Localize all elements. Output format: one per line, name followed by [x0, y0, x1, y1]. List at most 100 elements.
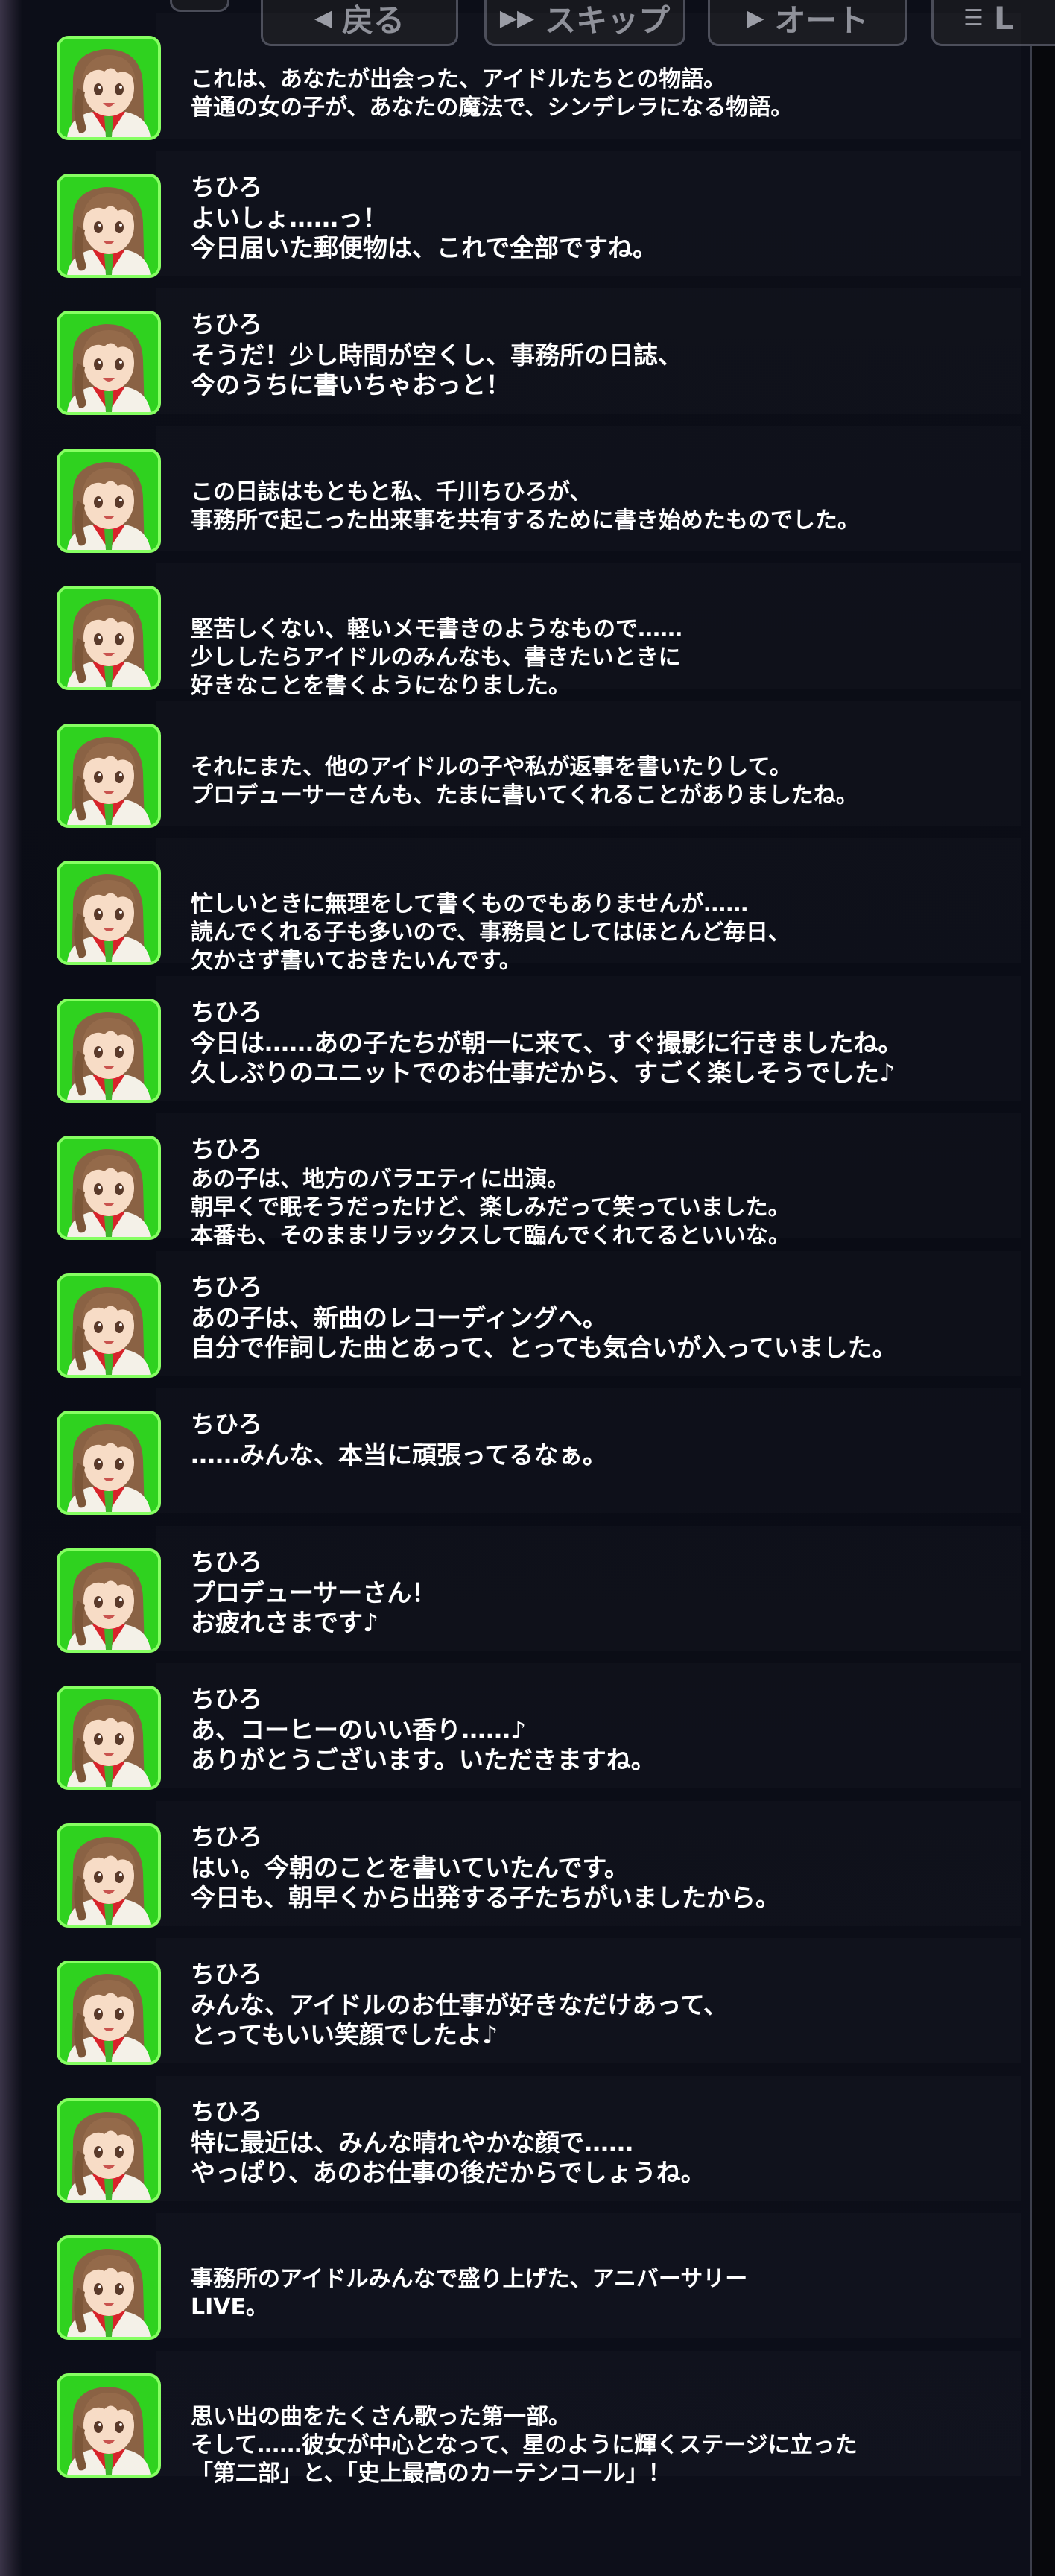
speaker-name [191, 33, 793, 66]
log-entry: 事務所のアイドルみんなで盛り上げた、アニバーサリー LIVE。 [0, 2207, 1030, 2344]
speaker-name [191, 446, 860, 478]
character-portrait [57, 586, 161, 690]
dialogue-line: 今日も、朝早くから出発する子たちがいましたから。 [191, 1882, 781, 1912]
dialogue-line: 少ししたらアイドルのみんなも、書きたいときに [191, 645, 681, 671]
speaker-name [191, 2232, 747, 2265]
dialogue-line: 「第二部」と、「史上最高のカーテンコール」！ [191, 2460, 671, 2487]
dialogue-line: そして……彼女が中心となって、星のように輝くステージに立った [191, 2431, 858, 2458]
dialogue-line: とってもいい笑顔でしたよ♪ [191, 2020, 498, 2049]
dialogue-line: 堅苦しくない、軽いメモ書きのようなもので…… [191, 616, 682, 642]
dialogue-line: 普通の女の子が、あなたの魔法で、シンデレラになる物語。 [191, 95, 793, 121]
log-text: ちひろ みんな、アイドルのお仕事が好きなだけあって、 とってもいい笑顔でしたよ♪ [191, 1958, 728, 2050]
dialogue-line: 久しぶりのユニットでのお仕事だから、すごく楽しそうでした♪ [191, 1057, 896, 1087]
character-portrait [57, 1823, 161, 1928]
log-text: ちひろ はい。今朝のことを書いていたんです。 今日も、朝早くから出発する子たちがいま… [191, 1820, 780, 1913]
log-entry: ちひろ はい。今朝のことを書いていたんです。 今日も、朝早くから出発する子たちがいま… [0, 1795, 1030, 1932]
log-entry: ちひろ あの子は、地方のバラエティに出演。 朝早くで眠そうだったけど、楽しみだって笑… [0, 1107, 1030, 1249]
speaker-name: ちひろ [191, 2097, 263, 2126]
log-entry: それにまた、他のアイドルの子や私が返事を書いたりして。 プロデューサーさんも、たま… [0, 695, 1030, 832]
log-text: これは、あなたが出会った、アイドルたちとの物語。 普通の女の子が、あなたの魔法で、… [191, 33, 793, 122]
log-text: 思い出の曲をたくさん歌った第一部。 そして……彼女が中心となって、星のように輝くス… [191, 2370, 858, 2488]
speaker-name: ちひろ [191, 1685, 263, 1713]
dialogue-line: 思い出の曲をたくさん歌った第一部。 [191, 2403, 571, 2430]
dialogue-line: あ、コーヒーのいい香り……♪ [191, 1715, 527, 1744]
speaker-name: ちひろ [191, 997, 263, 1026]
dialogue-line: 朝早くで眠そうだったけど、楽しみだって笑っていました。 [191, 1194, 791, 1221]
character-portrait [57, 1686, 161, 1790]
log-entry: ちひろ あの子は、新曲のレコーディングへ。 自分で作詞した曲とあって、とっても気合い… [0, 1245, 1030, 1382]
character-portrait [57, 1136, 161, 1240]
log-entry: ちひろ 特に最近は、みんな晴れやかな顔で…… やっぱり、あのお仕事の後だからでしょう… [0, 2070, 1030, 2207]
log-entry: ちひろ みんな、アイドルのお仕事が好きなだけあって、 とってもいい笑顔でしたよ♪ [0, 1932, 1030, 2069]
dialogue-line: 自分で作詞した曲とあって、とっても気合いが入っていました。 [191, 1332, 897, 1362]
dialogue-line: LIVE。 [191, 2294, 268, 2320]
log-entry: ちひろ よいしょ……っ！ 今日届いた郵便物は、これで全部ですね。 [0, 145, 1030, 282]
log-text: 忙しいときに無理をして書くものでもありませんが…… 読んでくれる子も多いので、事務… [191, 858, 791, 975]
log-text: ちひろ プロデューサーさん！ お疲れさまです♪ [191, 1545, 436, 1638]
character-portrait [57, 173, 161, 278]
dialogue-line: プロデューサーさんも、たまに書いてくれることがありましたね。 [191, 782, 858, 808]
character-portrait [57, 723, 161, 828]
character-portrait [57, 311, 161, 415]
dialogue-line: 読んでくれる子も多いので、事務員としてはほとんど毎日、 [191, 920, 791, 946]
character-portrait [57, 1961, 161, 2065]
dialogue-line: この日誌はもともと私、千川ちひろが、 [191, 478, 592, 505]
log-entry: これは、あなたが出会った、アイドルたちとの物語。 普通の女の子が、あなたの魔法で、… [0, 7, 1030, 145]
log-entry: 忙しいときに無理をして書くものでもありませんが…… 読んでくれる子も多いので、事務… [0, 832, 1030, 974]
speaker-name [191, 858, 791, 890]
dialogue-line: 特に最近は、みんな晴れやかな顔で…… [191, 2127, 633, 2157]
character-portrait [57, 998, 161, 1103]
character-portrait [57, 2235, 161, 2340]
log-entry: ちひろ あ、コーヒーのいい香り……♪ ありがとうございます。いただきますね。 [0, 1657, 1030, 1794]
character-portrait [57, 36, 161, 140]
speaker-name [191, 721, 858, 753]
log-entry: ちひろそうだ！少し時間が空くし、事務所の日誌、 今のうちに書いちゃおっと！ [0, 282, 1030, 420]
speaker-name: ちひろ [191, 1547, 263, 1576]
log-text: ちひろ あの子は、地方のバラエティに出演。 朝早くで眠そうだったけど、楽しみだって笑… [191, 1133, 791, 1250]
log-text: ちひろそうだ！少し時間が空くし、事務所の日誌、 今のうちに書いちゃおっと！ [191, 308, 682, 400]
log-text: 事務所のアイドルみんなで盛り上げた、アニバーサリー LIVE。 [191, 2232, 747, 2322]
dialogue-line: 今日は……あの子たちが朝一に来て、すぐ撮影に行きましたね。 [191, 1028, 903, 1057]
log-entry: ちひろ 今日は……あの子たちが朝一に来て、すぐ撮影に行きましたね。 久しぶりのユニッ… [0, 970, 1030, 1107]
speaker-name: ちひろ [191, 172, 263, 201]
dialogue-line: 忙しいときに無理をして書くものでもありませんが…… [191, 891, 749, 917]
log-text: ちひろ あ、コーヒーのいい香り……♪ ありがとうございます。いただきますね。 [191, 1683, 656, 1775]
dialogue-line: 事務所で起こった出来事を共有するために書き始めたものでした。 [191, 507, 860, 534]
log-text: ちひろ よいしょ……っ！ 今日届いた郵便物は、これで全部ですね。 [191, 171, 657, 263]
scrollbar-track[interactable] [1030, 0, 1055, 2576]
speaker-name: ちひろ [191, 1410, 263, 1438]
speaker-name: ちひろ [191, 1822, 263, 1851]
dialogue-line: 今のうちに書いちゃおっと！ [191, 370, 510, 399]
log-entry: この日誌はもともと私、千川ちひろが、 事務所で起こった出来事を共有するために書き始… [0, 420, 1030, 557]
log-entry: 堅苦しくない、軽いメモ書きのようなもので…… 少ししたらアイドルのみんなも、書きた… [0, 557, 1030, 699]
log-entry: ちひろ プロデューサーさん！ お疲れさまです♪ [0, 1520, 1030, 1657]
log-text: ちひろ 特に最近は、みんな晴れやかな顔で…… やっぱり、あのお仕事の後だからでしょう… [191, 2095, 706, 2188]
speaker-name [191, 2370, 858, 2403]
dialogue-line: そうだ！少し時間が空くし、事務所の日誌、 [191, 341, 682, 370]
character-portrait [57, 2098, 161, 2203]
speaker-name: ちひろ [191, 310, 263, 338]
dialogue-line: やっぱり、あのお仕事の後だからでしょうね。 [191, 2157, 706, 2187]
log-text: ちひろ 今日は……あの子たちが朝一に来て、すぐ撮影に行きましたね。 久しぶりのユニッ… [191, 996, 902, 1088]
dialogue-line: みんな、アイドルのお仕事が好きなだけあって、 [191, 1990, 729, 2019]
dialogue-line: よいしょ……っ！ [191, 203, 387, 232]
dialogue-line: はい。今朝のことを書いていたんです。 [191, 1852, 630, 1882]
speaker-name: ちひろ [191, 1135, 263, 1163]
dialogue-line: それにまた、他のアイドルの子や私が返事を書いたりして。 [191, 753, 792, 780]
character-portrait [57, 1411, 161, 1515]
speaker-name: ちひろ [191, 1272, 263, 1301]
dialogue-line: プロデューサーさん！ [191, 1577, 437, 1607]
scrollbar-edge [1030, 0, 1032, 2576]
speaker-name [191, 583, 682, 615]
character-portrait [57, 861, 161, 965]
character-portrait [57, 448, 161, 553]
log-text: 堅苦しくない、軽いメモ書きのようなもので…… 少ししたらアイドルのみんなも、書きた… [191, 583, 682, 700]
dialogue-line: あの子は、新曲のレコーディングへ。 [191, 1303, 607, 1332]
dialogue-line: ……みんな、本当に頑張ってるなぁ。 [191, 1440, 607, 1469]
log-text: ちひろ あの子は、新曲のレコーディングへ。 自分で作詞した曲とあって、とっても気合い… [191, 1270, 897, 1363]
character-portrait [57, 2373, 161, 2478]
dialogue-line: ありがとうございます。いただきますね。 [191, 1745, 656, 1774]
log-text: この日誌はもともと私、千川ちひろが、 事務所で起こった出来事を共有するために書き始… [191, 446, 860, 535]
log-entry: 思い出の曲をたくさん歌った第一部。 そして……彼女が中心となって、星のように輝くス… [0, 2345, 1030, 2487]
character-portrait [57, 1273, 161, 1378]
